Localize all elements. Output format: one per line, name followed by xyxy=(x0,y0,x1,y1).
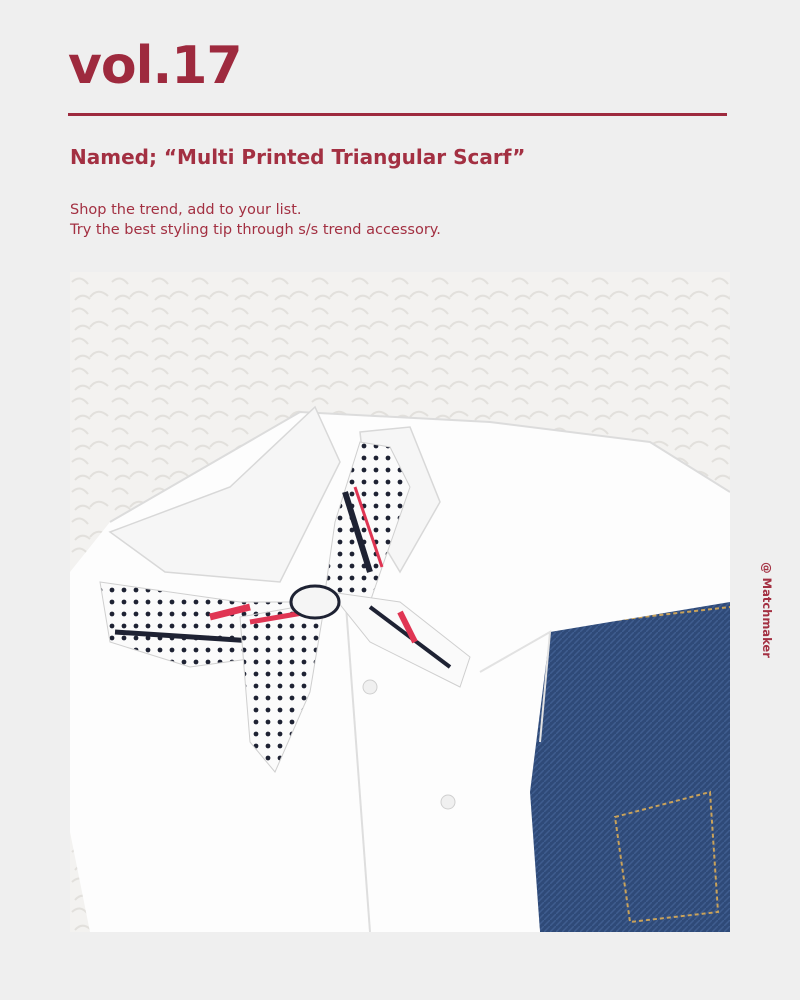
scarf-knot xyxy=(289,584,341,620)
credit-text: @ Matchmaker xyxy=(760,562,774,658)
jeans xyxy=(525,597,730,932)
scarf-shirt-illustration xyxy=(70,272,730,932)
tagline: Shop the trend, add to your list. Try th… xyxy=(70,200,441,240)
product-photo xyxy=(70,272,730,932)
credit-label: @ Matchmaker xyxy=(757,555,777,665)
tagline-line-2: Try the best styling tip through s/s tre… xyxy=(70,222,441,238)
shirt-button xyxy=(440,794,456,810)
tagline-line-1: Shop the trend, add to your list. xyxy=(70,202,302,218)
shirt-button xyxy=(362,679,378,695)
title-divider xyxy=(68,113,727,116)
product-name: Named; “Multi Printed Triangular Scarf” xyxy=(70,145,526,169)
volume-title: vol.17 xyxy=(68,36,243,96)
